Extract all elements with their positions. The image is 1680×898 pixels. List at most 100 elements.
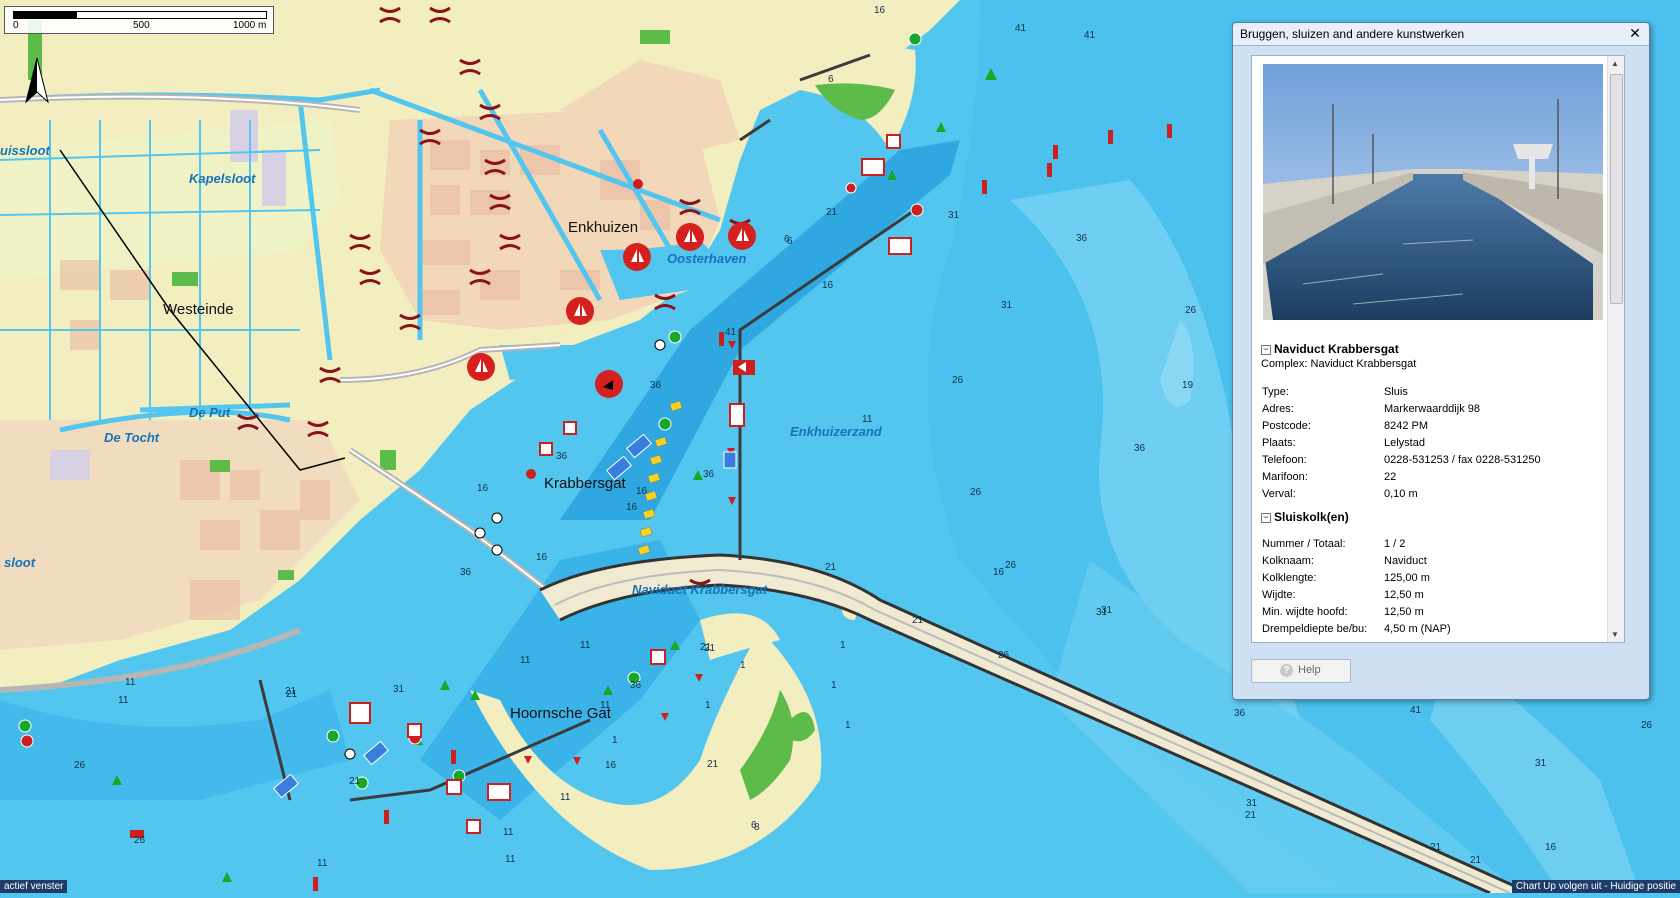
depth-sounding: 26	[1185, 305, 1197, 316]
close-icon[interactable]: ✕	[1627, 25, 1643, 41]
depth-sounding: 21	[1470, 855, 1482, 866]
place-label-de-tocht: De Tocht	[104, 430, 160, 445]
depth-sounding: 11	[580, 640, 591, 651]
depth-sounding: 11	[600, 700, 611, 711]
depth-sounding: 36	[1134, 443, 1146, 454]
scrollbar-thumb[interactable]	[1610, 74, 1623, 304]
lock-photo	[1263, 64, 1603, 320]
depth-sounding: 41	[725, 327, 737, 338]
property-label: Telefoon:	[1262, 453, 1307, 466]
depth-sounding: 6	[828, 74, 834, 85]
depth-sounding: 21	[826, 207, 838, 218]
depth-sounding: 19	[1182, 380, 1194, 391]
property-row: Verval: 0,10 m	[1262, 485, 1541, 502]
depth-sounding: 16	[626, 502, 638, 513]
vertical-scrollbar[interactable]: ▲ ▼	[1607, 56, 1624, 642]
depth-sounding: 11	[118, 695, 129, 706]
depth-sounding: 21	[1245, 810, 1257, 821]
properties-table: Type: Sluis Adres: Markerwaarddijk 98 Post…	[1262, 383, 1541, 502]
scale-bar: 0 500 1000 m	[4, 6, 274, 34]
depth-sounding: 1	[740, 660, 746, 671]
depth-sounding: 21	[349, 776, 361, 787]
place-label-enkhuizen: Enkhuizen	[568, 219, 639, 236]
depth-sounding: 11	[317, 858, 328, 869]
depth-sounding: 26	[74, 760, 86, 771]
depth-sounding: 41	[1410, 705, 1422, 716]
depth-sounding: 31	[1246, 798, 1258, 809]
chamber-row: Kolknaam: Naviduct	[1262, 552, 1451, 569]
status-chart-up: Chart Up volgen uit - Huidige positie	[1511, 880, 1680, 893]
depth-sounding: 8	[754, 822, 760, 833]
property-row: Postcode: 8242 PM	[1262, 417, 1541, 434]
depth-sounding: 16	[477, 483, 489, 494]
property-label: Plaats:	[1262, 436, 1296, 449]
chamber-row: Min. wijdte hoofd: 12,50 m	[1262, 603, 1451, 620]
chamber-label: Min. wijdte hoofd:	[1262, 605, 1348, 618]
depth-sounding: 16	[1545, 842, 1557, 853]
complex-line: Complex: Naviduct Krabbersgat	[1261, 358, 1417, 370]
depth-sounding: 36	[703, 469, 715, 480]
place-label-hoornsche-gat: Hoornsche Gat	[510, 705, 611, 722]
scroll-up-icon[interactable]: ▲	[1611, 59, 1619, 68]
depth-sounding: 16	[536, 552, 548, 563]
scroll-down-icon[interactable]: ▼	[1611, 630, 1619, 639]
depth-sounding: 26	[970, 487, 982, 498]
property-value: Sluis	[1384, 385, 1408, 398]
depth-sounding: 41	[1084, 30, 1096, 41]
info-window-titlebar[interactable]: Bruggen, sluizen and andere kunstwerken …	[1233, 23, 1649, 46]
property-label: Adres:	[1262, 402, 1294, 415]
property-label: Type:	[1262, 385, 1289, 398]
depth-sounding: 1	[845, 720, 851, 731]
chamber-row: Nummer / Totaal: 1 / 2	[1262, 535, 1451, 552]
chambers-heading[interactable]: − Sluiskolk(en)	[1261, 510, 1349, 524]
property-row: Type: Sluis	[1262, 383, 1541, 400]
depth-sounding: 16	[822, 280, 834, 291]
place-label-uissloot: uissloot	[0, 143, 50, 158]
depth-sounding: 26	[1641, 720, 1653, 731]
property-value: 0,10 m	[1384, 487, 1418, 500]
info-window[interactable]: Bruggen, sluizen and andere kunstwerken …	[1232, 22, 1650, 700]
depth-sounding: 36	[1076, 233, 1088, 244]
scale-label-0: 0	[13, 20, 19, 31]
depth-sounding: 11	[862, 414, 873, 425]
chamber-value: 12,50 m	[1384, 605, 1424, 618]
property-row: Plaats: Lelystad	[1262, 434, 1541, 451]
depth-sounding: 26	[1005, 560, 1017, 571]
help-button[interactable]: ? Help	[1251, 659, 1351, 683]
depth-sounding: 31	[1101, 605, 1113, 616]
property-row: Marifoon: 22	[1262, 468, 1541, 485]
chamber-label: Kolklengte:	[1262, 571, 1317, 584]
status-active-window: actief venster	[0, 880, 68, 893]
info-content-panel[interactable]: − Naviduct Krabbersgat Complex: Naviduct …	[1251, 55, 1625, 643]
property-label: Verval:	[1262, 487, 1296, 500]
property-value: 22	[1384, 470, 1397, 483]
depth-sounding: 31	[948, 210, 960, 221]
info-window-title: Bruggen, sluizen and andere kunstwerken	[1240, 27, 1465, 41]
depth-sounding: 21	[285, 686, 297, 697]
place-label-de-put: De Put	[189, 405, 231, 420]
help-icon: ?	[1280, 664, 1293, 677]
depth-sounding: 11	[125, 677, 136, 688]
depth-sounding: 16	[636, 486, 648, 497]
depth-sounding: 21	[700, 642, 712, 653]
chamber-label: Wijdte:	[1262, 588, 1296, 601]
depth-sounding: 1	[831, 680, 837, 691]
chamber-value: 12,50 m	[1384, 588, 1424, 601]
property-label: Postcode:	[1262, 419, 1311, 432]
depth-sounding: 6	[787, 236, 793, 247]
depth-sounding: 16	[605, 760, 617, 771]
object-name-heading[interactable]: − Naviduct Krabbersgat	[1261, 342, 1399, 356]
collapse-icon: −	[1261, 513, 1271, 523]
property-value: Lelystad	[1384, 436, 1425, 449]
depth-sounding: 21	[707, 759, 719, 770]
collapse-icon: −	[1261, 345, 1271, 355]
depth-sounding: 36	[630, 680, 642, 691]
depth-sounding: 31	[393, 684, 405, 695]
north-arrow-icon	[25, 57, 49, 104]
place-label-krabbersgat: Krabbersgat	[544, 475, 626, 492]
depth-sounding: 21	[912, 615, 924, 626]
depth-sounding: 41	[1015, 23, 1027, 34]
depth-sounding: 11	[505, 854, 516, 865]
depth-sounding: 36	[1234, 708, 1246, 719]
chamber-value: 125,00 m	[1384, 571, 1430, 584]
